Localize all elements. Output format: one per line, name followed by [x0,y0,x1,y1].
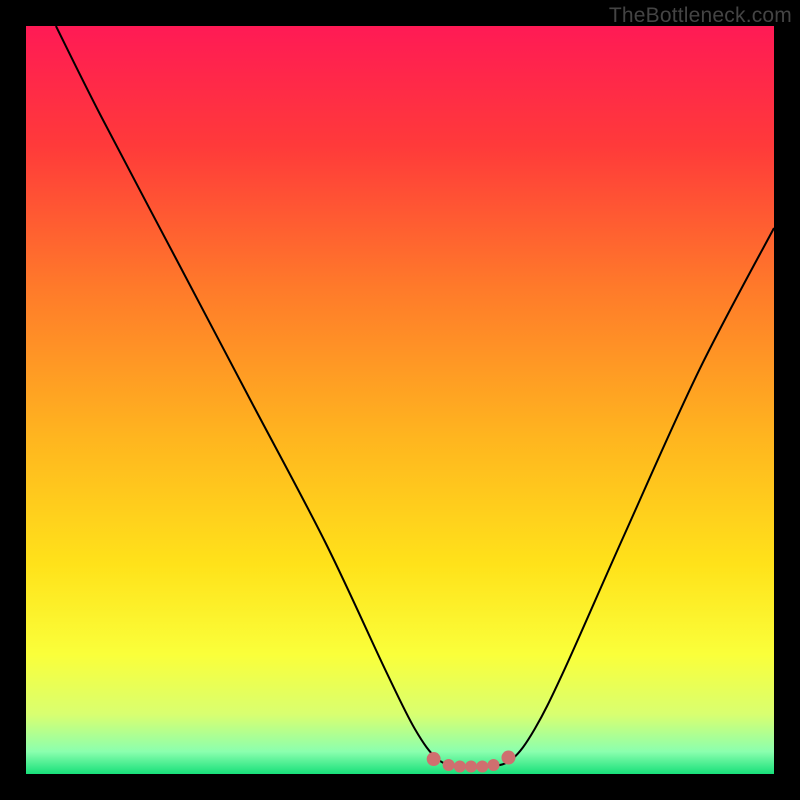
chart-svg [26,26,774,774]
watermark-text: TheBottleneck.com [609,4,792,28]
chart-frame: TheBottleneck.com [0,0,800,800]
marker-dot [443,759,455,771]
marker-dot [454,761,466,773]
gradient-background [26,26,774,774]
plot-area [26,26,774,774]
marker-dot [501,751,515,765]
marker-dot [427,752,441,766]
marker-dot [465,761,477,773]
marker-dot [476,761,488,773]
marker-dot [488,759,500,771]
